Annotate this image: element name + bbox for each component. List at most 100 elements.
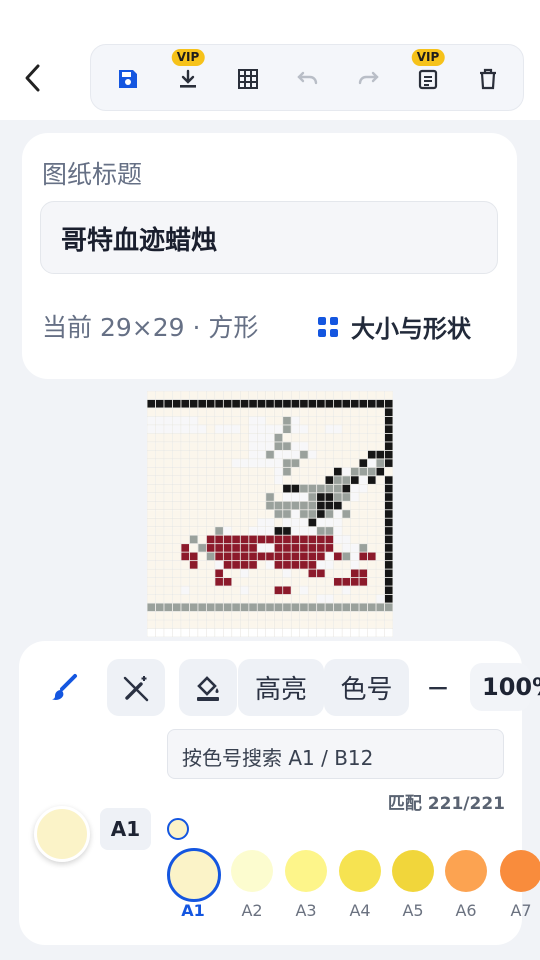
bead-cell[interactable] — [155, 501, 164, 510]
bead-cell[interactable] — [240, 586, 249, 595]
bead-cell[interactable] — [317, 603, 325, 612]
bead-cell[interactable] — [206, 535, 215, 544]
bead-cell[interactable] — [291, 510, 300, 518]
bead-cell[interactable] — [334, 518, 342, 527]
bead-cell[interactable] — [359, 450, 368, 459]
bead-cell[interactable] — [232, 399, 240, 408]
bead-cell[interactable] — [342, 594, 351, 603]
bead-cell[interactable] — [240, 501, 249, 510]
bead-cell[interactable] — [308, 518, 317, 527]
bead-cell[interactable] — [308, 578, 317, 586]
bead-cell[interactable] — [283, 510, 291, 518]
bead-cell[interactable] — [240, 527, 249, 535]
bead-cell[interactable] — [367, 467, 376, 476]
bead-cell[interactable] — [266, 552, 274, 561]
bead-cell[interactable] — [249, 620, 257, 629]
bead-cell[interactable] — [308, 450, 317, 459]
bead-cell[interactable] — [334, 459, 342, 467]
bead-cell[interactable] — [240, 433, 249, 442]
bead-cell[interactable] — [350, 459, 359, 467]
bead-cell[interactable] — [291, 433, 300, 442]
bead-cell[interactable] — [283, 399, 291, 408]
bead-cell[interactable] — [155, 416, 164, 425]
bead-cell[interactable] — [198, 450, 206, 459]
bead-cell[interactable] — [300, 501, 308, 510]
bead-cell[interactable] — [266, 620, 274, 629]
bead-cell[interactable] — [232, 459, 240, 467]
bead-cell[interactable] — [147, 399, 156, 408]
bead-cell[interactable] — [240, 510, 249, 518]
bead-cell[interactable] — [300, 425, 308, 434]
bead-cell[interactable] — [334, 569, 342, 578]
bead-cell[interactable] — [291, 408, 300, 417]
bead-cell[interactable] — [249, 433, 257, 442]
bead-cell[interactable] — [274, 569, 283, 578]
bead-cell[interactable] — [283, 611, 291, 620]
bead-cell[interactable] — [334, 433, 342, 442]
bead-cell[interactable] — [334, 561, 342, 569]
bead-cell[interactable] — [215, 544, 223, 552]
bead-cell[interactable] — [291, 527, 300, 535]
bead-cell[interactable] — [359, 569, 368, 578]
bead-cell[interactable] — [342, 484, 351, 493]
bead-cell[interactable] — [198, 603, 206, 612]
bead-cell[interactable] — [283, 594, 291, 603]
bead-cell[interactable] — [283, 569, 291, 578]
bead-cell[interactable] — [266, 561, 274, 569]
bead-cell[interactable] — [240, 476, 249, 484]
bead-cell[interactable] — [189, 510, 198, 518]
bead-cell[interactable] — [317, 391, 325, 400]
bead-cell[interactable] — [266, 586, 274, 595]
bead-cell[interactable] — [325, 586, 334, 595]
bead-cell[interactable] — [342, 611, 351, 620]
bead-cell[interactable] — [384, 611, 393, 620]
bead-cell[interactable] — [325, 603, 334, 612]
bead-cell[interactable] — [367, 476, 376, 484]
bead-cell[interactable] — [317, 399, 325, 408]
bead-cell[interactable] — [376, 493, 385, 501]
bead-cell[interactable] — [172, 416, 181, 425]
bead-cell[interactable] — [249, 561, 257, 569]
bead-cell[interactable] — [172, 391, 181, 400]
bead-cell[interactable] — [300, 594, 308, 603]
bead-cell[interactable] — [274, 442, 283, 450]
bead-cell[interactable] — [249, 569, 257, 578]
bead-cell[interactable] — [376, 476, 385, 484]
bead-cell[interactable] — [181, 544, 190, 552]
bead-cell[interactable] — [240, 493, 249, 501]
palette-swatch-a5[interactable] — [392, 850, 434, 892]
bead-cell[interactable] — [359, 518, 368, 527]
bead-cell[interactable] — [283, 535, 291, 544]
bead-cell[interactable] — [172, 433, 181, 442]
size-shape-button[interactable]: 大小与形状 — [317, 309, 471, 344]
bead-cell[interactable] — [215, 569, 223, 578]
bead-cell[interactable] — [367, 493, 376, 501]
bead-cell[interactable] — [198, 501, 206, 510]
bead-cell[interactable] — [223, 620, 232, 629]
bead-cell[interactable] — [198, 442, 206, 450]
bead-cell[interactable] — [155, 578, 164, 586]
bead-cell[interactable] — [274, 620, 283, 629]
bead-cell[interactable] — [181, 442, 190, 450]
bead-cell[interactable] — [257, 450, 266, 459]
bead-cell[interactable] — [155, 484, 164, 493]
bead-cell[interactable] — [172, 603, 181, 612]
bead-cell[interactable] — [359, 425, 368, 434]
bead-cell[interactable] — [367, 416, 376, 425]
bead-cell[interactable] — [181, 416, 190, 425]
bead-cell[interactable] — [147, 459, 156, 467]
bead-cell[interactable] — [266, 459, 274, 467]
bead-cell[interactable] — [249, 527, 257, 535]
bead-cell[interactable] — [266, 391, 274, 400]
bead-cell[interactable] — [147, 569, 156, 578]
bead-cell[interactable] — [291, 450, 300, 459]
bead-cell[interactable] — [376, 408, 385, 417]
bead-cell[interactable] — [249, 416, 257, 425]
bead-cell[interactable] — [342, 620, 351, 629]
bead-cell[interactable] — [350, 603, 359, 612]
bead-cell[interactable] — [376, 578, 385, 586]
bead-cell[interactable] — [232, 569, 240, 578]
bead-cell[interactable] — [384, 467, 393, 476]
bead-cell[interactable] — [376, 510, 385, 518]
bead-cell[interactable] — [206, 450, 215, 459]
